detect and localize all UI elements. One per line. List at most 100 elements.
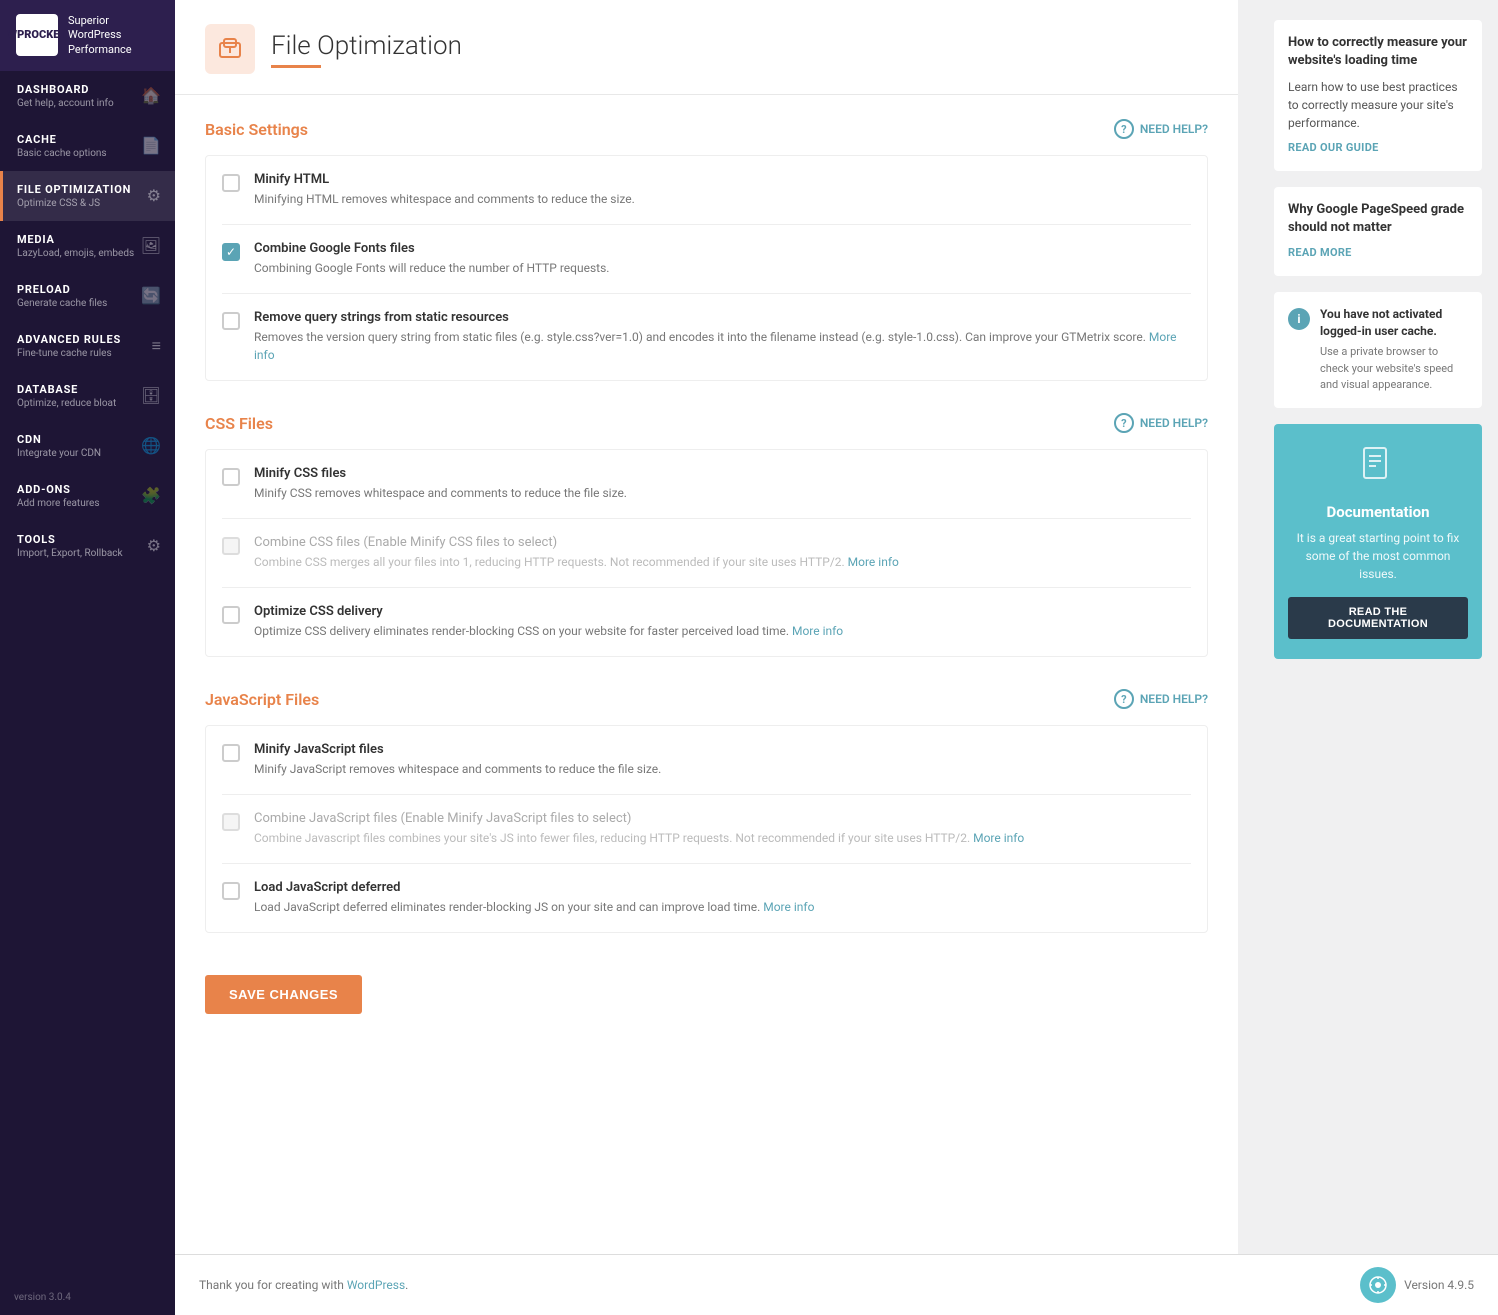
option-desc-remove-query-strings: Removes the version query string from st… [254, 328, 1191, 364]
need-help-icon-js-files: ? [1114, 689, 1134, 709]
footer-version: Version 4.9.5 [1360, 1267, 1474, 1303]
sidebar-item-preload[interactable]: PRELOAD Generate cache files 🔄 [0, 271, 175, 321]
nav-icon-add-ons: 🧩 [141, 486, 161, 505]
doc-card-title: Documentation [1288, 503, 1468, 521]
nav-item-subtitle-add-ons: Add more features [17, 498, 99, 509]
option-desc-combine-js: Combine Javascript files combines your s… [254, 829, 1191, 847]
warning-desc: Use a private browser to check your webs… [1320, 344, 1468, 394]
nav-item-subtitle-cdn: Integrate your CDN [17, 448, 101, 459]
save-button[interactable]: SAVE CHANGES [205, 975, 362, 1014]
nav-item-subtitle-dashboard: Get help, account info [17, 98, 114, 109]
tip2-link[interactable]: READ MORE [1288, 245, 1468, 262]
nav-item-subtitle-file-optimization: Optimize CSS & JS [17, 198, 131, 209]
sections-container: Basic Settings ? NEED HELP? Minify HTML … [205, 119, 1208, 933]
warning-title: You have not activated logged-in user ca… [1320, 306, 1468, 340]
page-body: Basic Settings ? NEED HELP? Minify HTML … [175, 95, 1238, 1058]
need-help-js-files[interactable]: ? NEED HELP? [1114, 689, 1208, 709]
sidebar-item-advanced-rules[interactable]: ADVANCED RULES Fine-tune cache rules ≡ [0, 321, 175, 371]
option-label-remove-query-strings: Remove query strings from static resourc… [254, 310, 1191, 325]
tip1-desc: Learn how to use best practices to corre… [1288, 78, 1468, 132]
option-row-minify-css: Minify CSS files Minify CSS removes whit… [222, 450, 1191, 519]
warning-icon: i [1288, 308, 1310, 330]
option-content-combine-js: Combine JavaScript files (Enable Minify … [254, 811, 1191, 847]
checkbox-combine-google-fonts[interactable]: ✓ [222, 243, 240, 261]
doc-button[interactable]: READ THE DOCUMENTATION [1288, 597, 1468, 639]
footer-wp-link[interactable]: WordPress [347, 1278, 405, 1292]
nav-item-subtitle-advanced-rules: Fine-tune cache rules [17, 348, 121, 359]
nav-item-title-cache: CACHE [17, 133, 107, 146]
tip2-title: Why Google PageSpeed grade should not ma… [1288, 201, 1468, 237]
sidebar-item-file-optimization[interactable]: FILE OPTIMIZATION Optimize CSS & JS ⚙ [0, 171, 175, 221]
sidebar-item-dashboard[interactable]: DASHBOARD Get help, account info 🏠 [0, 71, 175, 121]
option-content-optimize-css-delivery: Optimize CSS delivery Optimize CSS deliv… [254, 604, 1191, 640]
option-content-minify-html: Minify HTML Minifying HTML removes white… [254, 172, 1191, 208]
option-content-defer-js: Load JavaScript deferred Load JavaScript… [254, 880, 1191, 916]
sidebar: WP ROCKET Superior WordPress Performance… [0, 0, 175, 1315]
sidebar-item-media[interactable]: MEDIA LazyLoad, emojis, embeds 🖼 [0, 221, 175, 271]
nav-icon-tools: ⚙ [147, 536, 161, 555]
page-header: File Optimization [175, 0, 1238, 95]
main-content: File Optimization Basic Settings ? NEED … [175, 0, 1498, 1315]
logo-box: WP ROCKET [16, 14, 58, 56]
option-content-remove-query-strings: Remove query strings from static resourc… [254, 310, 1191, 364]
more-info-link-combine-js[interactable]: More info [973, 831, 1024, 845]
options-basic-settings: Minify HTML Minifying HTML removes white… [205, 155, 1208, 381]
page-header-text: File Optimization [271, 31, 462, 68]
sidebar-item-add-ons[interactable]: ADD-ONS Add more features 🧩 [0, 471, 175, 521]
warning-text: You have not activated logged-in user ca… [1320, 306, 1468, 394]
more-info-link-optimize-css-delivery[interactable]: More info [792, 624, 843, 638]
right-sidebar-header: How to correctly measure your website's … [1274, 20, 1482, 171]
option-content-minify-js: Minify JavaScript files Minify JavaScrip… [254, 742, 1191, 778]
checkbox-optimize-css-delivery[interactable] [222, 606, 240, 624]
logo-text-wp: WP [8, 29, 25, 41]
option-content-combine-css: Combine CSS files (Enable Minify CSS fil… [254, 535, 1191, 571]
nav-item-title-file-optimization: FILE OPTIMIZATION [17, 183, 131, 196]
option-row-defer-js: Load JavaScript deferred Load JavaScript… [222, 864, 1191, 932]
section-title-basic-settings: Basic Settings [205, 120, 308, 139]
option-desc-combine-google-fonts: Combining Google Fonts will reduce the n… [254, 259, 1191, 277]
nav-item-subtitle-media: LazyLoad, emojis, embeds [17, 248, 134, 259]
section-js-files: JavaScript Files ? NEED HELP? Minify Jav… [205, 689, 1208, 933]
nav-icon-media: 🖼 [141, 236, 161, 255]
sidebar-item-cdn[interactable]: CDN Integrate your CDN 🌐 [0, 421, 175, 471]
tip2-card: Why Google PageSpeed grade should not ma… [1274, 187, 1482, 276]
need-help-basic-settings[interactable]: ? NEED HELP? [1114, 119, 1208, 139]
more-info-link-combine-css[interactable]: More info [848, 555, 899, 569]
sidebar-item-database[interactable]: DATABASE Optimize, reduce bloat 🗄 [0, 371, 175, 421]
option-label-combine-css: Combine CSS files (Enable Minify CSS fil… [254, 535, 1191, 550]
option-desc-combine-css: Combine CSS merges all your files into 1… [254, 553, 1191, 571]
checkbox-combine-css[interactable] [222, 537, 240, 555]
checkbox-defer-js[interactable] [222, 882, 240, 900]
warning-card: i You have not activated logged-in user … [1274, 292, 1482, 408]
need-help-icon-basic-settings: ? [1114, 119, 1134, 139]
checkbox-minify-html[interactable] [222, 174, 240, 192]
page-title: File Optimization [271, 31, 462, 61]
more-info-link-remove-query-strings[interactable]: More info [254, 330, 1177, 362]
nav-item-title-database: DATABASE [17, 383, 116, 396]
need-help-label-basic-settings: NEED HELP? [1140, 122, 1208, 136]
option-label-optimize-css-delivery: Optimize CSS delivery [254, 604, 1191, 619]
option-desc-defer-js: Load JavaScript deferred eliminates rend… [254, 898, 1191, 916]
checkbox-minify-css[interactable] [222, 468, 240, 486]
checkbox-combine-js[interactable] [222, 813, 240, 831]
doc-card-icon [1288, 444, 1468, 493]
nav-icon-dashboard: 🏠 [141, 86, 161, 105]
tip1-link[interactable]: READ OUR GUIDE [1288, 140, 1468, 157]
checkbox-remove-query-strings[interactable] [222, 312, 240, 330]
nav-item-subtitle-database: Optimize, reduce bloat [17, 398, 116, 409]
more-info-link-defer-js[interactable]: More info [763, 900, 814, 914]
nav-item-title-preload: PRELOAD [17, 283, 107, 296]
option-label-minify-css: Minify CSS files [254, 466, 1191, 481]
sidebar-item-tools[interactable]: TOOLS Import, Export, Rollback ⚙ [0, 521, 175, 571]
footer-version-badge [1360, 1267, 1396, 1303]
checkbox-minify-js[interactable] [222, 744, 240, 762]
need-help-css-files[interactable]: ? NEED HELP? [1114, 413, 1208, 433]
option-row-minify-js: Minify JavaScript files Minify JavaScrip… [222, 726, 1191, 795]
page-header-icon [205, 24, 255, 74]
option-desc-optimize-css-delivery: Optimize CSS delivery eliminates render-… [254, 622, 1191, 640]
sidebar-item-cache[interactable]: CACHE Basic cache options 📄 [0, 121, 175, 171]
option-label-minify-html: Minify HTML [254, 172, 1191, 187]
sidebar-version: version 3.0.4 [0, 1280, 175, 1315]
option-row-optimize-css-delivery: Optimize CSS delivery Optimize CSS deliv… [222, 588, 1191, 656]
section-title-css-files: CSS Files [205, 414, 273, 433]
